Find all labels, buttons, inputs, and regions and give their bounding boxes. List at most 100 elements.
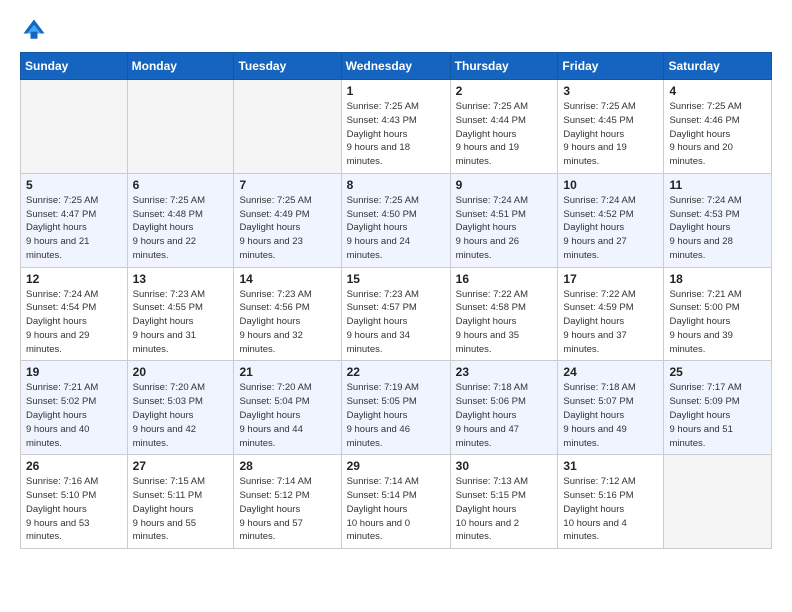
calendar-week-row: 1 Sunrise: 7:25 AMSunset: 4:43 PMDaylight… <box>21 80 772 174</box>
day-number: 4 <box>669 84 766 98</box>
calendar-table: SundayMondayTuesdayWednesdayThursdayFrid… <box>20 52 772 549</box>
calendar-cell: 17 Sunrise: 7:22 AMSunset: 4:59 PMDayligh… <box>558 267 664 361</box>
day-info: Sunrise: 7:21 AMSunset: 5:00 PMDaylight … <box>669 288 766 357</box>
calendar-cell: 1 Sunrise: 7:25 AMSunset: 4:43 PMDaylight… <box>341 80 450 174</box>
day-number: 8 <box>347 178 445 192</box>
day-number: 23 <box>456 365 553 379</box>
day-info: Sunrise: 7:18 AMSunset: 5:06 PMDaylight … <box>456 381 553 450</box>
day-info: Sunrise: 7:24 AMSunset: 4:51 PMDaylight … <box>456 194 553 263</box>
calendar-cell: 20 Sunrise: 7:20 AMSunset: 5:03 PMDayligh… <box>127 361 234 455</box>
calendar-cell: 19Sunrise: 7:21 AMSunset: 5:02 PMDayligh… <box>21 361 128 455</box>
calendar-week-row: 5 Sunrise: 7:25 AMSunset: 4:47 PMDaylight… <box>21 173 772 267</box>
calendar-cell: 15 Sunrise: 7:23 AMSunset: 4:57 PMDayligh… <box>341 267 450 361</box>
day-info: Sunrise: 7:25 AMSunset: 4:47 PMDaylight … <box>26 194 122 263</box>
day-info: Sunrise: 7:16 AMSunset: 5:10 PMDaylight … <box>26 475 122 544</box>
day-info: Sunrise: 7:14 AMSunset: 5:12 PMDaylight … <box>239 475 335 544</box>
calendar-cell: 5 Sunrise: 7:25 AMSunset: 4:47 PMDaylight… <box>21 173 128 267</box>
calendar-cell: 12 Sunrise: 7:24 AMSunset: 4:54 PMDayligh… <box>21 267 128 361</box>
day-info: Sunrise: 7:25 AMSunset: 4:44 PMDaylight … <box>456 100 553 169</box>
day-info: Sunrise: 7:25 AMSunset: 4:48 PMDaylight … <box>133 194 229 263</box>
weekday-header-wednesday: Wednesday <box>341 53 450 80</box>
calendar-cell: 10 Sunrise: 7:24 AMSunset: 4:52 PMDayligh… <box>558 173 664 267</box>
day-number: 18 <box>669 272 766 286</box>
calendar-cell: 7Sunrise: 7:25 AMSunset: 4:49 PMDaylight… <box>234 173 341 267</box>
day-number: 12 <box>26 272 122 286</box>
calendar-cell: 11Sunrise: 7:24 AMSunset: 4:53 PMDayligh… <box>664 173 772 267</box>
day-info: Sunrise: 7:14 AMSunset: 5:14 PMDaylight … <box>347 475 445 544</box>
day-number: 29 <box>347 459 445 473</box>
weekday-header-row: SundayMondayTuesdayWednesdayThursdayFrid… <box>21 53 772 80</box>
day-number: 15 <box>347 272 445 286</box>
calendar-cell: 31 Sunrise: 7:12 AMSunset: 5:16 PMDayligh… <box>558 455 664 549</box>
day-number: 26 <box>26 459 122 473</box>
calendar-cell: 28 Sunrise: 7:14 AMSunset: 5:12 PMDayligh… <box>234 455 341 549</box>
day-number: 5 <box>26 178 122 192</box>
calendar-cell: 9 Sunrise: 7:24 AMSunset: 4:51 PMDaylight… <box>450 173 558 267</box>
weekday-header-monday: Monday <box>127 53 234 80</box>
day-info: Sunrise: 7:20 AMSunset: 5:04 PMDaylight … <box>239 381 335 450</box>
day-number: 25 <box>669 365 766 379</box>
calendar-cell: 6 Sunrise: 7:25 AMSunset: 4:48 PMDaylight… <box>127 173 234 267</box>
calendar-cell <box>234 80 341 174</box>
calendar-week-row: 19Sunrise: 7:21 AMSunset: 5:02 PMDayligh… <box>21 361 772 455</box>
calendar-cell: 30Sunrise: 7:13 AMSunset: 5:15 PMDayligh… <box>450 455 558 549</box>
day-number: 20 <box>133 365 229 379</box>
day-number: 14 <box>239 272 335 286</box>
calendar-cell: 3 Sunrise: 7:25 AMSunset: 4:45 PMDaylight… <box>558 80 664 174</box>
calendar-cell: 2 Sunrise: 7:25 AMSunset: 4:44 PMDaylight… <box>450 80 558 174</box>
day-info: Sunrise: 7:18 AMSunset: 5:07 PMDaylight … <box>563 381 658 450</box>
calendar-cell: 25 Sunrise: 7:17 AMSunset: 5:09 PMDayligh… <box>664 361 772 455</box>
day-number: 10 <box>563 178 658 192</box>
day-number: 22 <box>347 365 445 379</box>
day-info: Sunrise: 7:22 AMSunset: 4:59 PMDaylight … <box>563 288 658 357</box>
day-number: 1 <box>347 84 445 98</box>
day-info: Sunrise: 7:24 AMSunset: 4:52 PMDaylight … <box>563 194 658 263</box>
calendar-cell: 18 Sunrise: 7:21 AMSunset: 5:00 PMDayligh… <box>664 267 772 361</box>
header <box>20 16 772 44</box>
calendar-week-row: 26 Sunrise: 7:16 AMSunset: 5:10 PMDayligh… <box>21 455 772 549</box>
weekday-header-thursday: Thursday <box>450 53 558 80</box>
day-number: 24 <box>563 365 658 379</box>
day-number: 9 <box>456 178 553 192</box>
day-info: Sunrise: 7:24 AMSunset: 4:54 PMDaylight … <box>26 288 122 357</box>
calendar-cell: 21 Sunrise: 7:20 AMSunset: 5:04 PMDayligh… <box>234 361 341 455</box>
calendar-cell <box>664 455 772 549</box>
day-number: 30 <box>456 459 553 473</box>
day-info: Sunrise: 7:23 AMSunset: 4:55 PMDaylight … <box>133 288 229 357</box>
calendar-cell: 14Sunrise: 7:23 AMSunset: 4:56 PMDayligh… <box>234 267 341 361</box>
calendar-cell: 16 Sunrise: 7:22 AMSunset: 4:58 PMDayligh… <box>450 267 558 361</box>
day-number: 21 <box>239 365 335 379</box>
day-info: Sunrise: 7:25 AMSunset: 4:45 PMDaylight … <box>563 100 658 169</box>
weekday-header-tuesday: Tuesday <box>234 53 341 80</box>
day-info: Sunrise: 7:17 AMSunset: 5:09 PMDaylight … <box>669 381 766 450</box>
day-info: Sunrise: 7:19 AMSunset: 5:05 PMDaylight … <box>347 381 445 450</box>
weekday-header-friday: Friday <box>558 53 664 80</box>
weekday-header-saturday: Saturday <box>664 53 772 80</box>
day-number: 16 <box>456 272 553 286</box>
day-number: 17 <box>563 272 658 286</box>
day-info: Sunrise: 7:25 AMSunset: 4:43 PMDaylight … <box>347 100 445 169</box>
day-info: Sunrise: 7:12 AMSunset: 5:16 PMDaylight … <box>563 475 658 544</box>
page: SundayMondayTuesdayWednesdayThursdayFrid… <box>0 0 792 565</box>
day-info: Sunrise: 7:25 AMSunset: 4:46 PMDaylight … <box>669 100 766 169</box>
calendar-cell: 24 Sunrise: 7:18 AMSunset: 5:07 PMDayligh… <box>558 361 664 455</box>
day-number: 28 <box>239 459 335 473</box>
day-info: Sunrise: 7:20 AMSunset: 5:03 PMDaylight … <box>133 381 229 450</box>
day-number: 31 <box>563 459 658 473</box>
day-number: 2 <box>456 84 553 98</box>
calendar-cell: 27Sunrise: 7:15 AMSunset: 5:11 PMDayligh… <box>127 455 234 549</box>
calendar-cell: 4 Sunrise: 7:25 AMSunset: 4:46 PMDaylight… <box>664 80 772 174</box>
calendar-cell: 23 Sunrise: 7:18 AMSunset: 5:06 PMDayligh… <box>450 361 558 455</box>
day-info: Sunrise: 7:22 AMSunset: 4:58 PMDaylight … <box>456 288 553 357</box>
day-number: 13 <box>133 272 229 286</box>
logo-icon <box>20 16 48 44</box>
day-number: 6 <box>133 178 229 192</box>
weekday-header-sunday: Sunday <box>21 53 128 80</box>
day-info: Sunrise: 7:23 AMSunset: 4:57 PMDaylight … <box>347 288 445 357</box>
day-number: 7 <box>239 178 335 192</box>
day-number: 3 <box>563 84 658 98</box>
calendar-cell: 8Sunrise: 7:25 AMSunset: 4:50 PMDaylight… <box>341 173 450 267</box>
calendar-cell: 13 Sunrise: 7:23 AMSunset: 4:55 PMDayligh… <box>127 267 234 361</box>
calendar-cell: 22 Sunrise: 7:19 AMSunset: 5:05 PMDayligh… <box>341 361 450 455</box>
logo <box>20 16 52 44</box>
